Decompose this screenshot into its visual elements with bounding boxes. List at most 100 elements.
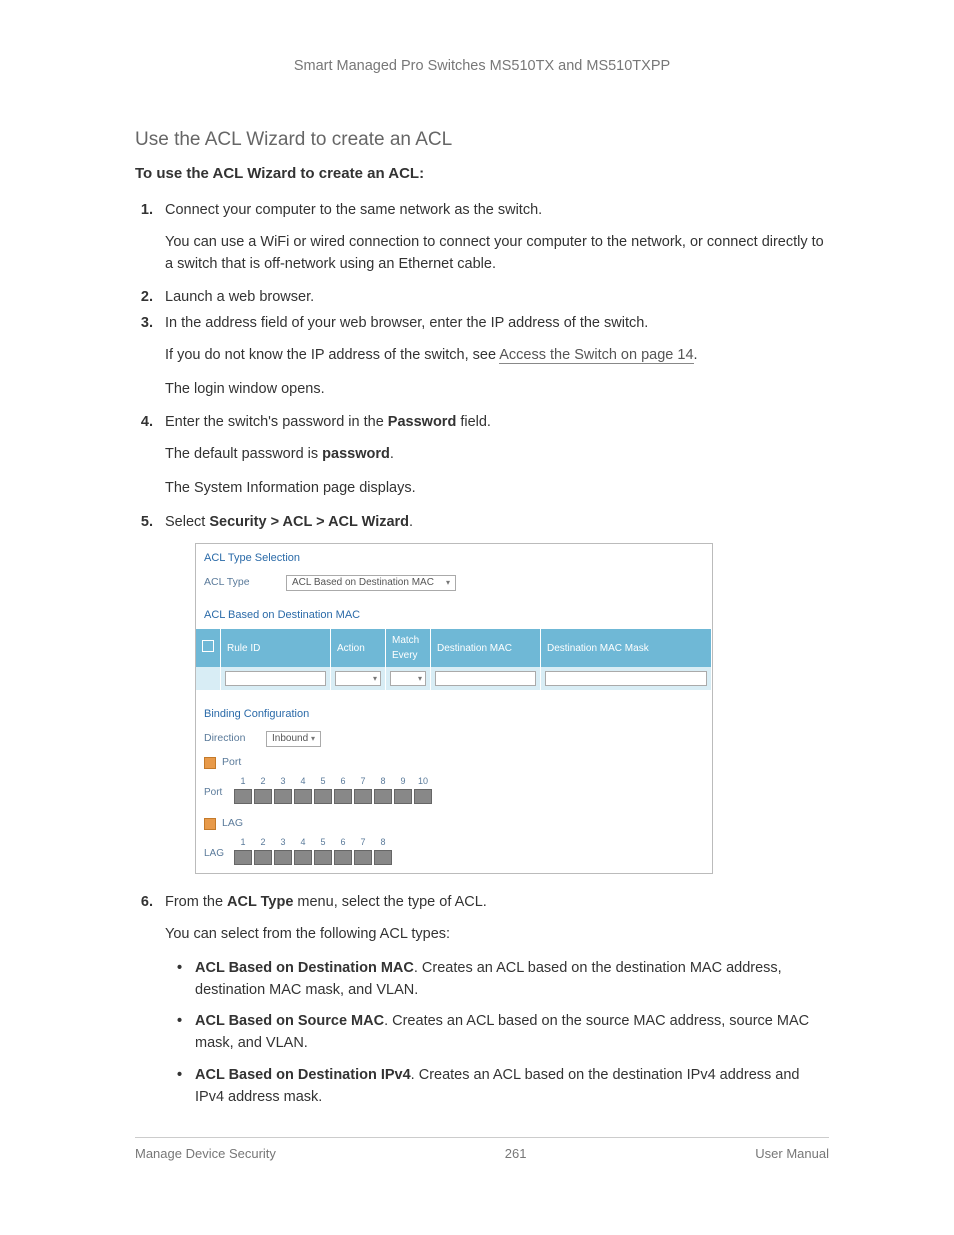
port-num: 6: [340, 775, 345, 789]
bullet-3-bold: ACL Based on Destination IPv4: [195, 1067, 411, 1083]
step-4-p-post: .: [390, 446, 394, 462]
port-9[interactable]: [394, 789, 412, 804]
step-1-para: You can use a WiFi or wired connection t…: [165, 232, 829, 276]
acl-type-select[interactable]: ACL Based on Destination MAC ▾: [286, 575, 456, 591]
lag-8[interactable]: [374, 850, 392, 865]
step-4-pre: Enter the switch's password in the: [165, 414, 388, 430]
lag-4[interactable]: [294, 850, 312, 865]
table-row: ▾ ▾: [196, 667, 712, 690]
port-2[interactable]: [254, 789, 272, 804]
lag-6[interactable]: [334, 850, 352, 865]
binding-config-title: Binding Configuration: [196, 700, 712, 727]
step-1-text: Connect your computer to the same networ…: [165, 202, 542, 218]
acl-type-label: ACL Type: [204, 575, 274, 591]
lag-num: 4: [300, 836, 305, 850]
lag-1[interactable]: [234, 850, 252, 865]
port-num: 10: [418, 775, 428, 789]
step-4-para2: The System Information page displays.: [165, 478, 829, 500]
page-footer: Manage Device Security 261 User Manual: [135, 1137, 829, 1161]
step-6-post: menu, select the type of ACL.: [293, 894, 486, 910]
acl-wizard-panel: ACL Type Selection ACL Type ACL Based on…: [195, 543, 713, 874]
lag-indicator-icon: [204, 818, 216, 830]
step-2: Launch a web browser.: [157, 287, 829, 309]
lag-3[interactable]: [274, 850, 292, 865]
port-8[interactable]: [374, 789, 392, 804]
col-match: Match Every: [386, 629, 431, 667]
chevron-down-icon: ▾: [418, 673, 422, 685]
select-all-checkbox[interactable]: [202, 640, 214, 652]
doc-header: Smart Managed Pro Switches MS510TX and M…: [135, 58, 829, 74]
direction-label: Direction: [204, 731, 254, 747]
table-header-row: Rule ID Action Match Every Destination M…: [196, 629, 712, 667]
step-4-p-pre: The default password is: [165, 446, 322, 462]
port-row: Port 1 2 3 4 5 6 7 8 9 10: [196, 773, 712, 813]
port-6[interactable]: [334, 789, 352, 804]
port-num: 5: [320, 775, 325, 789]
port-num: 9: [400, 775, 405, 789]
acl-type-value: ACL Based on Destination MAC: [292, 575, 434, 590]
dest-mask-input[interactable]: [545, 671, 707, 686]
footer-left: Manage Device Security: [135, 1146, 276, 1161]
lag-row: LAG 1 2 3 4 5 6 7 8: [196, 834, 712, 874]
port-label: Port: [222, 755, 241, 771]
lag-num: 8: [380, 836, 385, 850]
action-select[interactable]: ▾: [335, 671, 381, 686]
step-5-pre: Select: [165, 514, 209, 530]
port-num: 7: [360, 775, 365, 789]
chevron-down-icon: ▾: [373, 673, 377, 685]
step-4: Enter the switch's password in the Passw…: [157, 412, 829, 499]
step-4-post: field.: [456, 414, 491, 430]
footer-page-num: 261: [505, 1146, 527, 1161]
step-3-para: If you do not know the IP address of the…: [165, 345, 829, 367]
port-num: 2: [260, 775, 265, 789]
port-7[interactable]: [354, 789, 372, 804]
port-num: 3: [280, 775, 285, 789]
chevron-down-icon: ▾: [311, 733, 315, 745]
port-5[interactable]: [314, 789, 332, 804]
acl-dest-mac-title: ACL Based on Destination MAC: [196, 601, 712, 628]
lag-num: 3: [280, 836, 285, 850]
dest-mac-input[interactable]: [435, 671, 536, 686]
col-dest-mask: Destination MAC Mask: [541, 629, 712, 667]
rule-id-input[interactable]: [225, 671, 326, 686]
lag-2[interactable]: [254, 850, 272, 865]
lag-num: 1: [240, 836, 245, 850]
port-num: 8: [380, 775, 385, 789]
port-indicator-icon: [204, 757, 216, 769]
port-3[interactable]: [274, 789, 292, 804]
direction-select[interactable]: Inbound ▾: [266, 731, 321, 747]
bullet-3: ACL Based on Destination IPv4. Creates a…: [195, 1065, 829, 1109]
port-num: 1: [240, 775, 245, 789]
lag-num: 5: [320, 836, 325, 850]
lag-num: 2: [260, 836, 265, 850]
direction-value: Inbound: [272, 731, 308, 746]
step-5-post: .: [409, 514, 413, 530]
footer-right: User Manual: [755, 1146, 829, 1161]
port-10[interactable]: [414, 789, 432, 804]
port-side-label: Port: [204, 785, 232, 804]
port-4[interactable]: [294, 789, 312, 804]
lag-label: LAG: [222, 816, 243, 832]
lag-num: 6: [340, 836, 345, 850]
step-4-para: The default password is password.: [165, 444, 829, 466]
step-4-bold: Password: [388, 414, 457, 430]
acl-rule-table: Rule ID Action Match Every Destination M…: [196, 629, 712, 690]
match-select[interactable]: ▾: [390, 671, 426, 686]
step-3-text: In the address field of your web browser…: [165, 315, 648, 331]
access-switch-link[interactable]: Access the Switch on page 14: [499, 347, 693, 364]
lag-num: 7: [360, 836, 365, 850]
step-6: From the ACL Type menu, select the type …: [157, 892, 829, 1108]
step-3: In the address field of your web browser…: [157, 313, 829, 400]
col-action: Action: [331, 629, 386, 667]
acl-type-selection-title: ACL Type Selection: [196, 544, 712, 571]
col-dest-mac: Destination MAC: [431, 629, 541, 667]
step-5: Select Security > ACL > ACL Wizard. ACL …: [157, 512, 829, 875]
lag-5[interactable]: [314, 850, 332, 865]
step-3-pre: If you do not know the IP address of the…: [165, 347, 499, 363]
step-6-bold: ACL Type: [227, 894, 293, 910]
port-1[interactable]: [234, 789, 252, 804]
section-sub: To use the ACL Wizard to create an ACL:: [135, 165, 829, 182]
port-group-label: Port: [196, 751, 712, 773]
section-heading: Use the ACL Wizard to create an ACL: [135, 129, 829, 151]
lag-7[interactable]: [354, 850, 372, 865]
